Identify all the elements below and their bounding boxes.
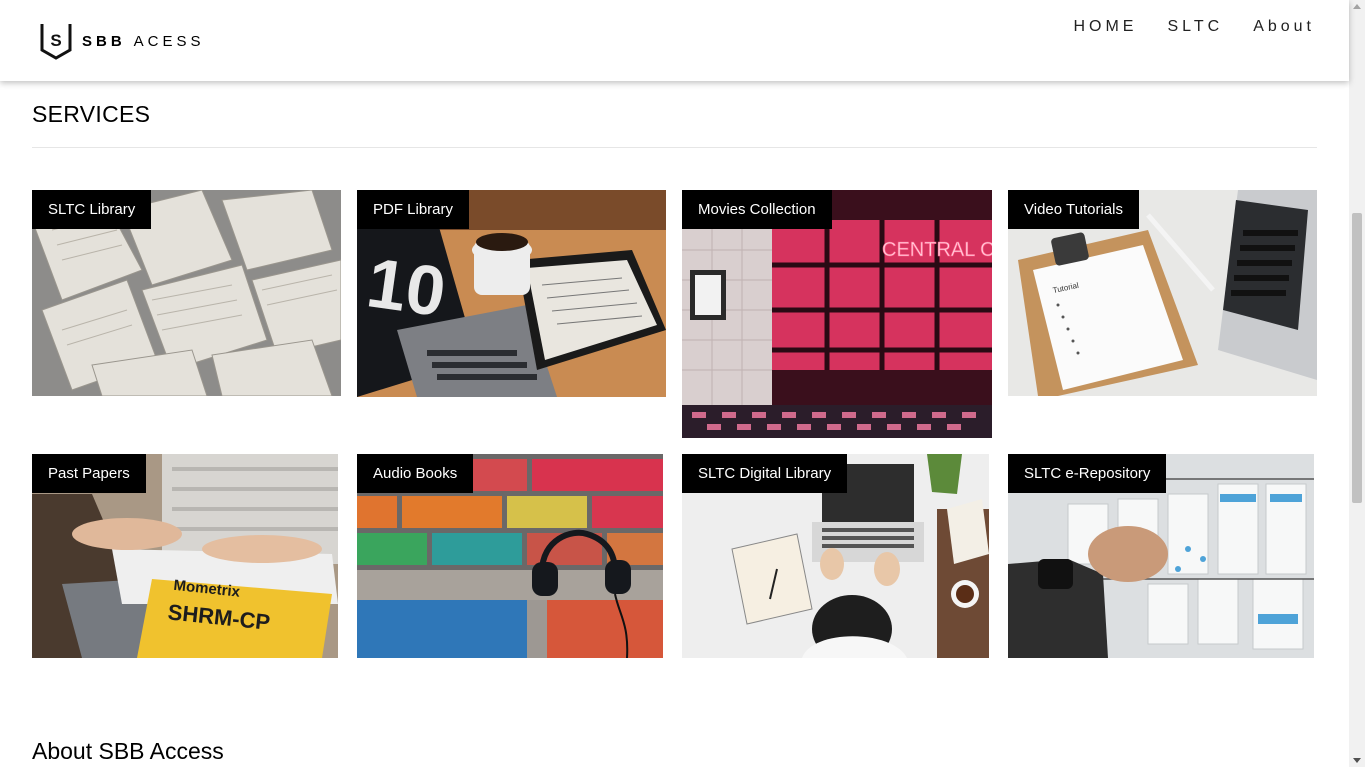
about-heading: About SBB Access <box>32 738 224 764</box>
section-divider <box>32 147 1317 148</box>
shield-logo-icon: S <box>40 24 72 60</box>
service-card-pdf-library[interactable]: 10 PDF Library <box>357 190 666 397</box>
scroll-up-arrow-icon[interactable] <box>1353 4 1361 9</box>
service-card-sltc-library[interactable]: SLTC Library <box>32 190 341 396</box>
services-heading: SERVICES <box>32 101 151 127</box>
card-label: Video Tutorials <box>1008 190 1139 229</box>
card-label: SLTC Digital Library <box>682 454 848 493</box>
nav-about[interactable]: About <box>1253 18 1315 36</box>
top-navbar: S SBB ACESS HOME SLTC About <box>0 0 1349 81</box>
page-scrollbar[interactable] <box>1349 0 1365 767</box>
site-logo[interactable]: S SBB ACESS <box>40 22 205 60</box>
nav-sltc[interactable]: SLTC <box>1167 18 1223 36</box>
service-card-sltc-digital-library[interactable]: SLTC Digital Library <box>682 454 989 658</box>
svg-text:10: 10 <box>362 243 450 331</box>
service-card-audio-books[interactable]: Audio Books <box>357 454 663 658</box>
card-label: PDF Library <box>357 190 470 229</box>
scrollbar-thumb[interactable] <box>1352 213 1362 503</box>
card-label: Audio Books <box>357 454 474 493</box>
service-card-past-papers[interactable]: Mometrix SHRM-CP Past Papers <box>32 454 338 658</box>
brand-bold: SBB <box>82 32 126 50</box>
service-card-movies-collection[interactable]: CENTRAL CINEMA Movies Collection <box>682 190 992 438</box>
card-label: Movies Collection <box>682 190 832 229</box>
brand-name: SBB ACESS <box>82 33 205 50</box>
logo-letter: S <box>50 31 61 50</box>
brand-rest: ACESS <box>133 32 205 50</box>
card-label: Past Papers <box>32 454 146 493</box>
card-label: SLTC Library <box>32 190 152 229</box>
card-label: SLTC e-Repository <box>1008 454 1167 493</box>
service-card-video-tutorials[interactable]: Tutorial Video Tutorials <box>1008 190 1317 396</box>
nav-home[interactable]: HOME <box>1073 18 1137 36</box>
scroll-down-arrow-icon[interactable] <box>1353 758 1361 763</box>
cinema-sign: CENTRAL CINEMA <box>882 239 992 261</box>
main-nav: HOME SLTC About <box>1073 18 1315 36</box>
service-card-sltc-e-repository[interactable]: SLTC e-Repository <box>1008 454 1314 658</box>
